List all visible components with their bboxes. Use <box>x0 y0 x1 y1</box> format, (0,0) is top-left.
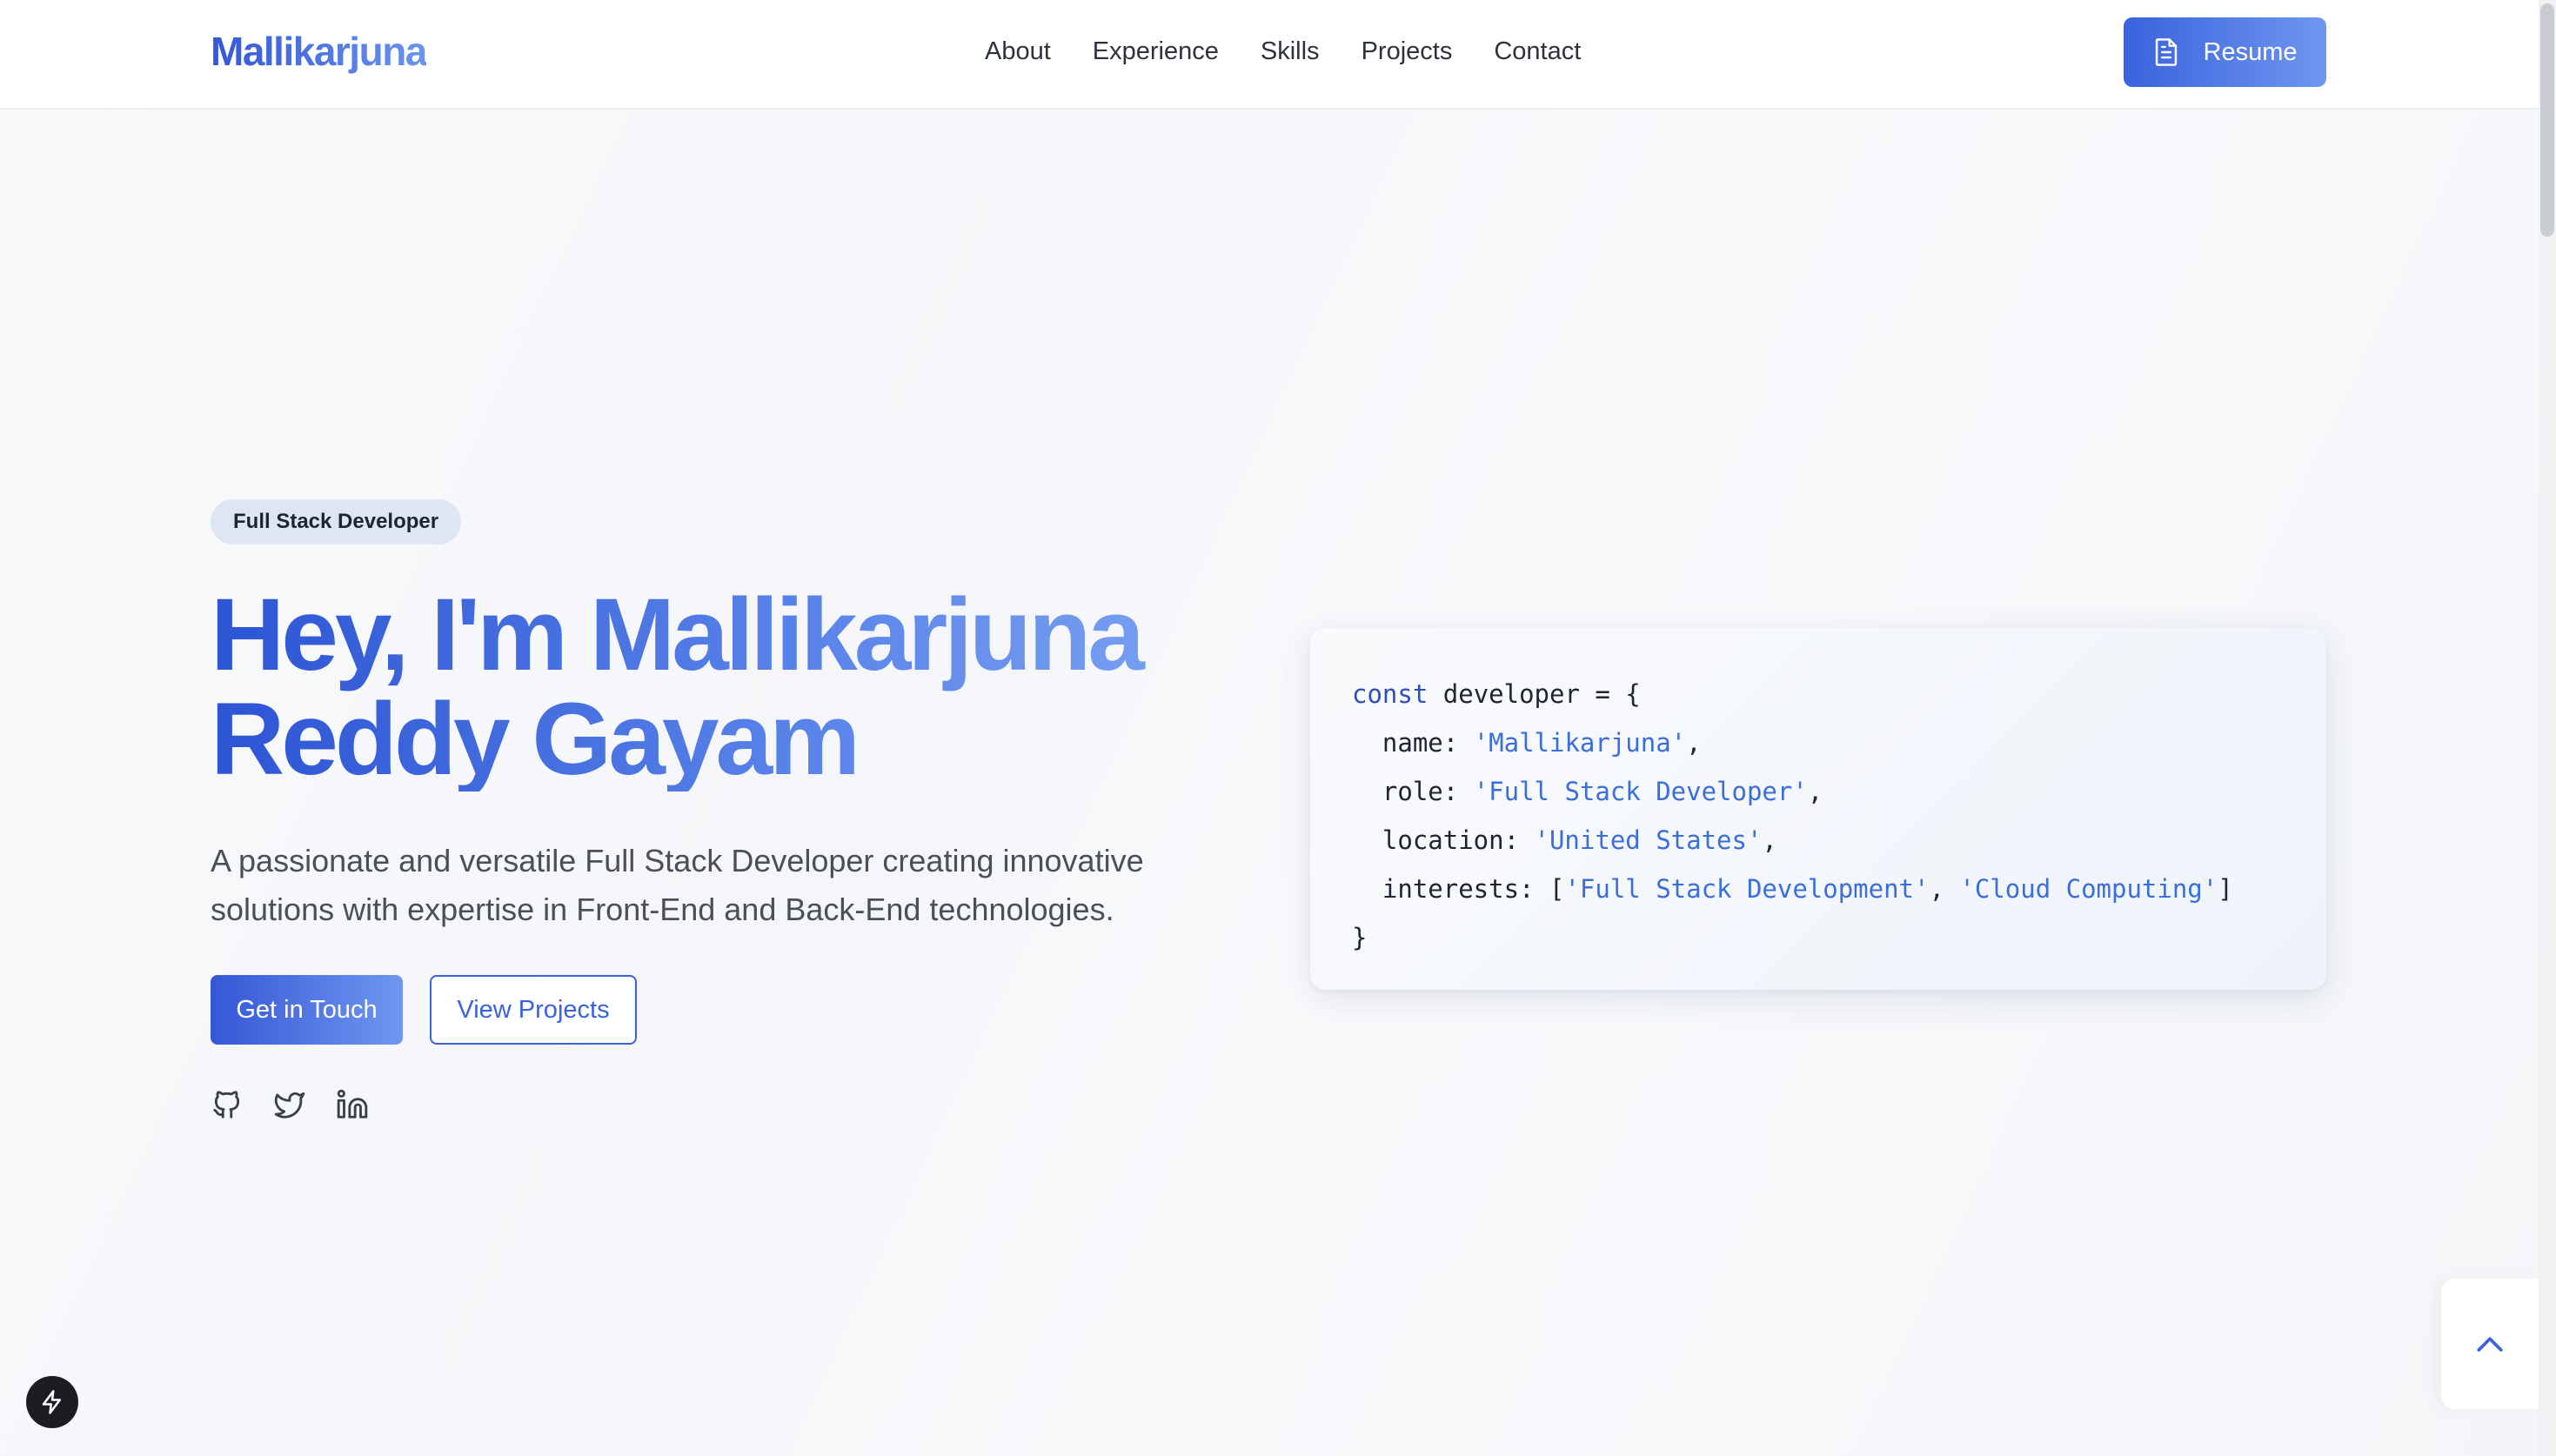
scrollbar-thumb[interactable] <box>2540 3 2554 237</box>
code-value-interest-1: 'Full Stack Development' <box>1564 874 1930 904</box>
nav-link-experience[interactable]: Experience <box>1093 35 1219 68</box>
twitter-link[interactable] <box>273 1085 306 1124</box>
linkedin-link[interactable] <box>336 1085 369 1124</box>
resume-label: Resume <box>2203 37 2298 66</box>
code-value-role: 'Full Stack Developer' <box>1473 777 1808 806</box>
github-link[interactable] <box>211 1085 244 1124</box>
hero-title-line-1: Hey, I'm Mallikarjuna <box>211 578 1141 692</box>
site-logo[interactable]: Mallikarjuna <box>211 28 427 75</box>
resume-button[interactable]: Resume <box>2124 17 2326 87</box>
nav-link-about[interactable]: About <box>985 35 1051 68</box>
page-scrollbar[interactable] <box>2539 0 2556 1456</box>
twitter-icon <box>274 1092 305 1119</box>
nav-link-contact[interactable]: Contact <box>1494 35 1581 68</box>
nav-link-projects[interactable]: Projects <box>1362 35 1453 68</box>
main-nav: About Experience Skills Projects Contact <box>985 35 1623 68</box>
code-value-interest-2: 'Cloud Computing' <box>1959 874 2218 904</box>
role-badge: Full Stack Developer <box>211 499 462 544</box>
github-icon <box>213 1091 240 1119</box>
view-projects-button[interactable]: View Projects <box>430 975 637 1045</box>
nav-link-skills[interactable]: Skills <box>1261 35 1320 68</box>
hero-title: Hey, I'm Mallikarjuna Reddy Gayam <box>211 583 1255 791</box>
chevron-up-icon <box>2477 1337 2503 1352</box>
hero-description: A passionate and versatile Full Stack De… <box>211 843 1144 927</box>
code-value-name: 'Mallikarjuna' <box>1473 728 1687 758</box>
code-declaration-rest: developer = { <box>1428 679 1641 709</box>
code-keyword-const: const <box>1352 679 1429 709</box>
code-line-interests: interests: ['Full Stack Development', 'C… <box>1352 874 2233 904</box>
hero-title-line-2: Reddy Gayam <box>211 682 857 797</box>
code-line-close: } <box>1352 923 1368 952</box>
linkedin-icon <box>337 1089 368 1119</box>
top-navbar: Mallikarjuna About Experience Skills Pro… <box>0 0 2539 110</box>
scroll-to-top-button[interactable] <box>2441 1279 2539 1409</box>
code-line-name: name: 'Mallikarjuna', <box>1352 728 1702 758</box>
document-icon <box>2155 38 2177 66</box>
get-in-touch-button[interactable]: Get in Touch <box>211 975 403 1045</box>
code-line-declaration: const developer = { <box>1352 670 2326 718</box>
code-key-interests: interests: [ <box>1352 874 1565 904</box>
code-key-location: location: <box>1352 825 1535 855</box>
social-links <box>211 1085 369 1124</box>
code-key-name: name: <box>1352 728 1474 758</box>
quick-action-button[interactable] <box>26 1376 78 1428</box>
code-line-location: location: 'United States', <box>1352 825 1777 855</box>
code-key-role: role: <box>1352 777 1474 806</box>
lightning-icon <box>42 1390 61 1414</box>
code-line-role: role: 'Full Stack Developer', <box>1352 777 1823 806</box>
code-snippet-card: const developer = { name: 'Mallikarjuna'… <box>1310 628 2326 990</box>
code-value-location: 'United States' <box>1534 825 1763 855</box>
